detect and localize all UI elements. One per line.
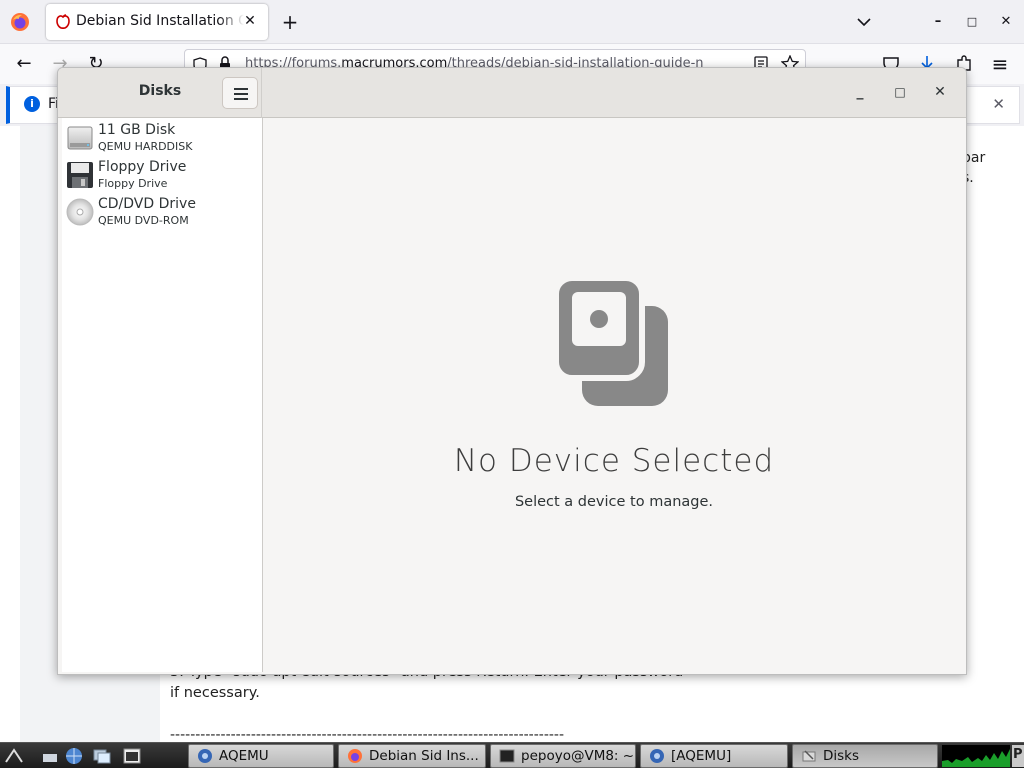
info-icon: i — [24, 96, 40, 112]
taskbar-task-terminal[interactable]: pepoyo@VM8: ~ — [490, 744, 636, 768]
browser-close-button[interactable]: ✕ — [994, 10, 1018, 34]
app-menu-icon[interactable]: ≡ — [988, 52, 1012, 76]
cpu-monitor-graph[interactable] — [942, 745, 1010, 767]
disks-menu-button[interactable] — [222, 77, 258, 109]
taskbar-task-firefox[interactable]: Debian Sid Ins... — [338, 744, 486, 768]
show-desktop-icon[interactable] — [40, 746, 60, 766]
device-item-harddisk[interactable]: 11 GB Disk QEMU HARDDISK — [62, 120, 262, 157]
terminal-launcher-icon[interactable] — [122, 746, 142, 766]
drive-multidisk-icon — [554, 276, 668, 406]
menu-line — [234, 93, 248, 95]
device-name: Floppy Drive — [98, 159, 187, 175]
device-model: QEMU HARDDISK — [98, 140, 193, 153]
empty-state-title: No Device Selected — [453, 443, 775, 479]
menu-line — [234, 88, 248, 90]
device-item-optical[interactable]: CD/DVD Drive QEMU DVD-ROM — [62, 194, 262, 231]
floppy-icon — [67, 162, 93, 188]
task-label: [AQEMU] — [671, 748, 732, 764]
disks-utility-icon — [802, 750, 816, 762]
tab-close-icon[interactable]: ✕ — [240, 11, 260, 31]
task-label: AQEMU — [219, 748, 269, 764]
aqemu-icon — [198, 749, 212, 763]
device-name: 11 GB Disk — [98, 122, 176, 138]
window-switcher-icon[interactable] — [92, 746, 112, 766]
task-label: pepoyo@VM8: ~ — [521, 748, 635, 764]
browser-maximize-button[interactable]: □ — [960, 10, 984, 34]
task-label: Debian Sid Ins... — [369, 748, 479, 764]
disks-window: Disks _ □ ✕ 11 GB Disk QEMU HARDDISK Flo… — [57, 67, 967, 675]
menu-line — [234, 98, 248, 100]
firefox-logo-icon[interactable] — [10, 12, 30, 32]
disks-maximize-button[interactable]: □ — [888, 80, 912, 104]
firefox-icon — [348, 749, 362, 763]
taskbar: AQEMU Debian Sid Ins... pepoyo@VM8: ~ [A… — [0, 742, 1024, 768]
taskbar-task-disks[interactable]: Disks — [792, 744, 938, 768]
task-label: Disks — [823, 748, 860, 764]
back-button[interactable]: ← — [12, 52, 36, 76]
optical-disc-icon — [66, 198, 94, 226]
webpage-divider-text: ----------------------------------------… — [170, 727, 565, 743]
device-model: QEMU DVD-ROM — [98, 214, 189, 227]
device-item-floppy[interactable]: Floppy Drive Floppy Drive — [62, 157, 262, 194]
list-all-tabs-chevron-icon[interactable] — [852, 10, 876, 34]
aqemu-icon — [650, 749, 664, 763]
taskbar-task-aqemu-vm[interactable]: [AQEMU] — [640, 744, 788, 768]
tray-text: P — [1013, 747, 1023, 762]
device-list: 11 GB Disk QEMU HARDDISK Floppy Drive Fl… — [62, 118, 263, 672]
firefox-tab-strip: Debian Sid Installation Guide ✕ + – □ ✕ — [0, 0, 1024, 44]
taskbar-task-aqemu[interactable]: AQEMU — [188, 744, 334, 768]
tray-indicator[interactable]: P — [1012, 745, 1024, 767]
harddisk-icon — [67, 126, 93, 150]
empty-state-subtitle: Select a device to manage. — [514, 494, 714, 510]
browser-tab[interactable]: Debian Sid Installation Guide ✕ — [46, 4, 268, 40]
network-globe-icon[interactable] — [64, 746, 84, 766]
macrumors-favicon-icon — [56, 14, 70, 29]
disks-header-left-pane: Disks — [58, 68, 262, 118]
disks-close-button[interactable]: ✕ — [928, 80, 952, 104]
browser-minimize-button[interactable]: – — [926, 10, 950, 34]
device-model: Floppy Drive — [98, 177, 168, 190]
device-name: CD/DVD Drive — [98, 196, 196, 212]
new-tab-button[interactable]: + — [278, 8, 302, 36]
terminal-icon — [499, 749, 515, 763]
start-menu-icon[interactable] — [4, 746, 24, 766]
disks-headerbar: Disks _ □ ✕ — [58, 68, 966, 118]
notification-close-icon[interactable]: ✕ — [992, 95, 1005, 113]
device-detail-pane: No Device Selected Select a device to ma… — [264, 118, 964, 672]
disks-minimize-button[interactable]: _ — [848, 80, 872, 104]
tab-title: Debian Sid Installation Guide — [76, 13, 244, 29]
